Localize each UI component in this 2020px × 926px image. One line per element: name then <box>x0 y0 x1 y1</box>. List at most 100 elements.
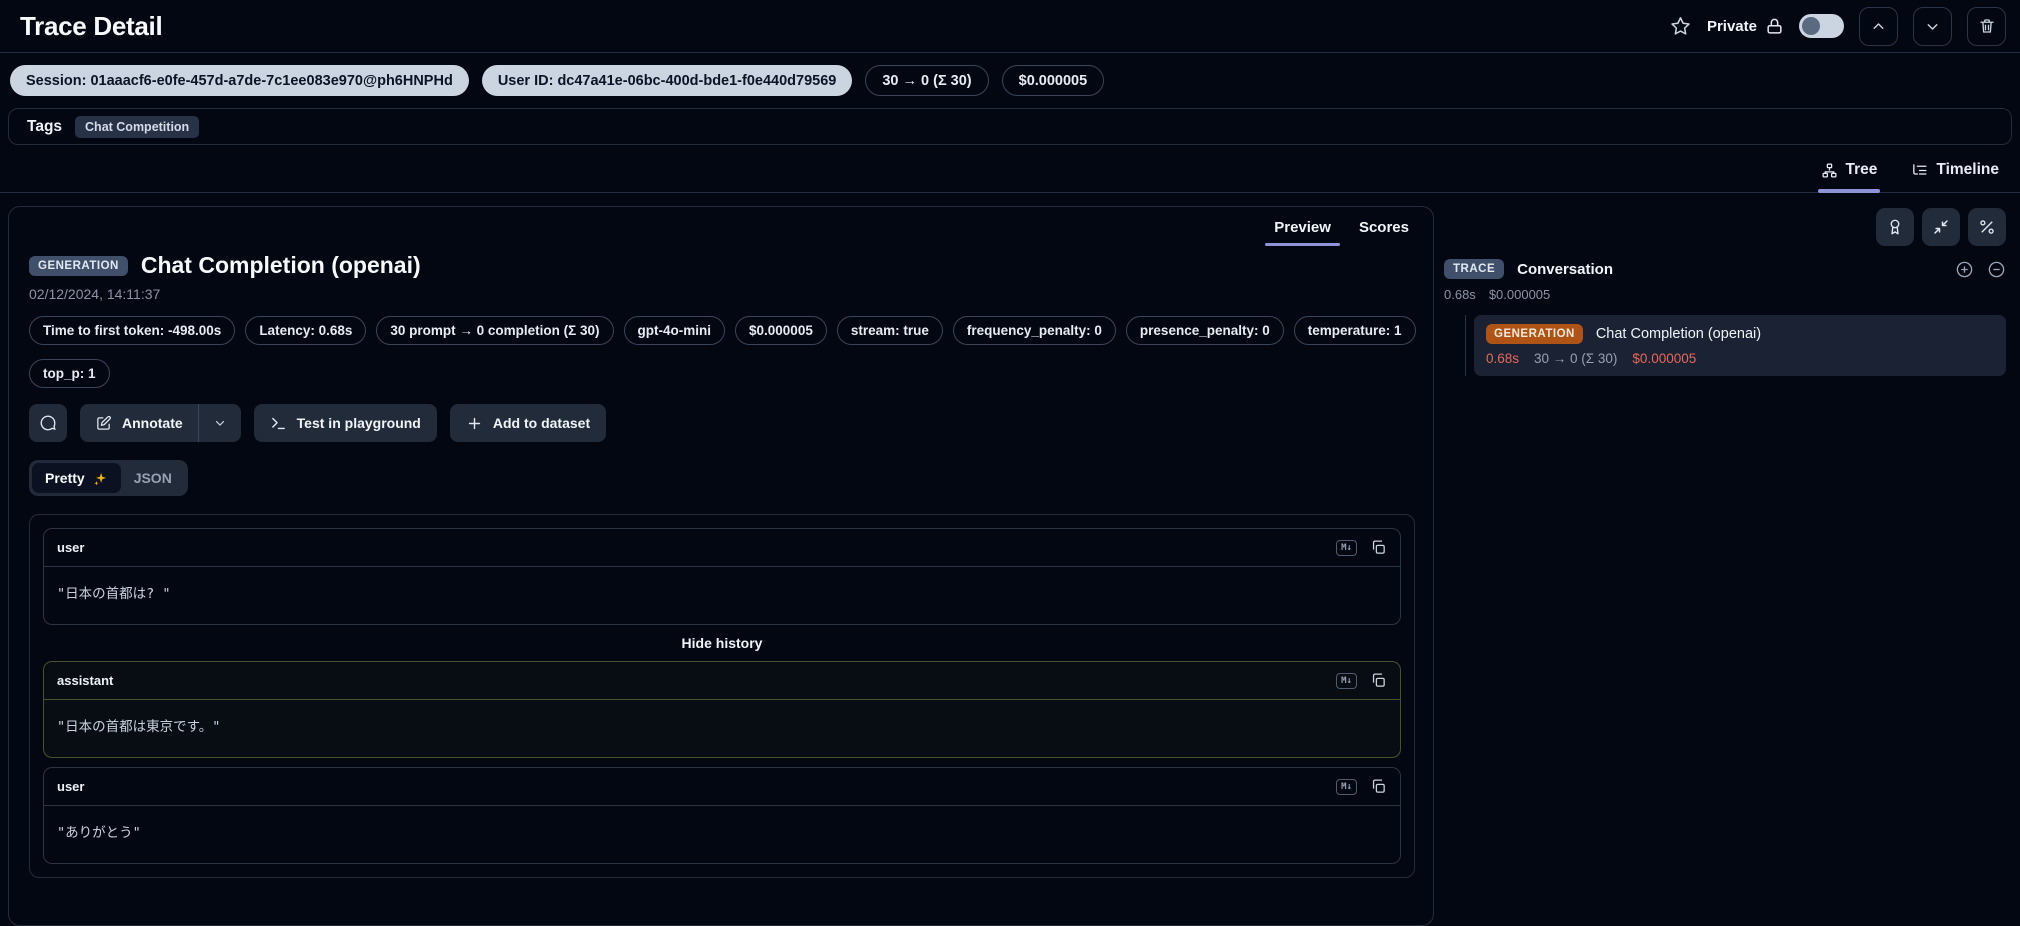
tab-preview[interactable]: Preview <box>1260 209 1345 246</box>
message-card-assistant: assistant M↓ "日本の首都は東京です。" <box>43 661 1401 758</box>
message-header: user M↓ <box>44 768 1400 806</box>
tab-scores[interactable]: Scores <box>1345 209 1423 246</box>
trace-meta-row: Session: 01aaacf6-e0fe-457d-a7de-7c1ee08… <box>0 53 2020 96</box>
delete-trace-button[interactable] <box>1967 6 2006 46</box>
obs-cost-badge: $0.000005 <box>735 316 827 345</box>
collapse-node-button[interactable] <box>1987 260 2006 279</box>
tree-node-title: Chat Completion (openai) <box>1595 326 1762 342</box>
copy-icon[interactable] <box>1370 672 1387 689</box>
pen-square-icon <box>97 415 111 430</box>
tab-tree-label: Tree <box>1845 161 1878 178</box>
collapse-icon <box>1934 220 1948 234</box>
message-tools: M↓ <box>1336 672 1387 689</box>
test-in-playground-label: Test in playground <box>296 415 421 431</box>
toggle-knob <box>1802 17 1820 35</box>
node-cost: $0.000005 <box>1632 351 1697 366</box>
top-bar-actions: Private <box>1669 6 2006 46</box>
annotate-button[interactable]: Annotate <box>80 404 198 442</box>
collapse-all-button[interactable] <box>1922 208 1960 246</box>
privacy-control: Private <box>1707 17 1784 36</box>
json-view-button[interactable]: JSON <box>121 463 185 493</box>
chevron-up-icon <box>1873 22 1884 29</box>
generation-type-badge: GENERATION <box>1486 324 1583 344</box>
trace-tree-sidebar: TRACE Conversation 0.68s $0.000005 GENER… <box>1444 206 2012 833</box>
next-trace-button[interactable] <box>1913 6 1952 46</box>
minus-circle-icon <box>1988 261 2005 277</box>
latency-badge: Latency: 0.68s <box>245 316 367 345</box>
user-id-badge[interactable]: User ID: dc47a41e-06bc-400d-bde1-f0e440d… <box>481 65 853 96</box>
trace-root-row[interactable]: TRACE Conversation <box>1444 259 2006 279</box>
test-in-playground-button[interactable]: Test in playground <box>253 404 437 442</box>
message-role: user <box>57 540 85 555</box>
copy-icon[interactable] <box>1370 778 1387 795</box>
terminal-icon <box>271 417 285 429</box>
annotate-dropdown-button[interactable] <box>199 404 241 442</box>
trace-metrics: 0.68s $0.000005 <box>1444 287 2006 302</box>
tag-chip[interactable]: Chat Competition <box>75 115 200 138</box>
markdown-toggle-icon[interactable]: M↓ <box>1336 778 1357 795</box>
json-label: JSON <box>133 470 172 486</box>
tree-toolbar <box>1444 208 2006 246</box>
frequency-penalty-badge: frequency_penalty: 0 <box>952 316 1116 345</box>
add-to-dataset-button[interactable]: Add to dataset <box>449 404 607 442</box>
presence-penalty-badge: presence_penalty: 0 <box>1125 316 1284 345</box>
session-badge[interactable]: Session: 01aaacf6-e0fe-457d-a7de-7c1ee08… <box>10 65 469 96</box>
scores-award-button[interactable] <box>1876 208 1914 246</box>
tab-tree[interactable]: Tree <box>1817 161 1881 193</box>
expand-all-button[interactable] <box>1955 260 1974 279</box>
markdown-toggle-icon[interactable]: M↓ <box>1336 672 1357 689</box>
observation-badges-row-1: Time to first token: -498.00s Latency: 0… <box>29 316 1416 345</box>
message-role: user <box>57 779 85 794</box>
privacy-label: Private <box>1706 17 1757 35</box>
message-role: assistant <box>57 673 114 688</box>
bookmark-star-icon[interactable] <box>1669 15 1692 38</box>
observation-preview-panel: Preview Scores GENERATION Chat Completio… <box>8 206 1434 926</box>
observation-type-badge: GENERATION <box>29 255 128 276</box>
trash-icon <box>1979 19 1994 33</box>
comment-icon <box>40 415 56 431</box>
pretty-view-button[interactable]: Pretty <box>32 463 121 493</box>
trace-type-badge: TRACE <box>1444 259 1505 279</box>
top-p-badge: top_p: 1 <box>29 359 110 388</box>
observation-title: Chat Completion (openai) <box>140 252 421 278</box>
tree-node-header: GENERATION Chat Completion (openai) <box>1486 324 1994 344</box>
tree-node-metrics: 0.68s 30 → 0 (Σ 30) $0.000005 <box>1486 351 1994 366</box>
tags-box[interactable]: Tags Chat Competition <box>8 108 2012 145</box>
page-title: Trace Detail <box>20 10 163 41</box>
trace-title: Conversation <box>1517 260 1613 278</box>
copy-icon[interactable] <box>1370 539 1387 556</box>
trace-latency: 0.68s <box>1444 287 1476 302</box>
message-card-user-1: user M↓ "日本の首都は? " <box>43 528 1401 625</box>
comment-button[interactable] <box>29 404 67 442</box>
panel-body: GENERATION Chat Completion (openai) 02/1… <box>9 246 1433 878</box>
tags-label: Tags <box>27 117 63 135</box>
tab-timeline[interactable]: Timeline <box>1908 161 2002 192</box>
top-bar: Trace Detail Private <box>0 0 2020 53</box>
model-badge[interactable]: gpt-4o-mini <box>623 316 726 345</box>
annotate-split-button: Annotate <box>80 404 241 442</box>
stream-badge: stream: true <box>836 316 943 345</box>
format-toggle: Pretty JSON <box>29 460 188 496</box>
tree-node-wrap: GENERATION Chat Completion (openai) 0.68… <box>1444 315 2006 376</box>
privacy-toggle[interactable] <box>1799 14 1844 38</box>
trace-cost: $0.000005 <box>1488 287 1551 302</box>
percent-icon <box>1980 220 1994 234</box>
markdown-toggle-icon[interactable]: M↓ <box>1336 539 1357 556</box>
message-content: "日本の首都は東京です。" <box>57 719 221 735</box>
metrics-percent-button[interactable] <box>1968 208 2006 246</box>
previous-trace-button[interactable] <box>1859 6 1898 46</box>
observation-timestamp: 02/12/2024, 14:11:37 <box>29 286 161 302</box>
messages-container: user M↓ "日本の首都は? " Hide history assistan… <box>29 514 1415 878</box>
pretty-label: Pretty <box>45 470 85 486</box>
timeline-icon <box>1913 163 1927 175</box>
cost-badge: $0.000005 <box>1001 65 1105 96</box>
tree-node-generation[interactable]: GENERATION Chat Completion (openai) 0.68… <box>1474 315 2006 376</box>
temperature-badge: temperature: 1 <box>1293 316 1416 345</box>
hide-history-button[interactable]: Hide history <box>43 635 1401 651</box>
observation-header: GENERATION Chat Completion (openai) <box>29 252 1415 279</box>
message-tools: M↓ <box>1336 778 1387 795</box>
tab-timeline-label: Timeline <box>1936 161 1999 178</box>
observation-badges-row-2: top_p: 1 <box>29 359 1415 388</box>
plus-circle-icon <box>1956 261 1973 277</box>
